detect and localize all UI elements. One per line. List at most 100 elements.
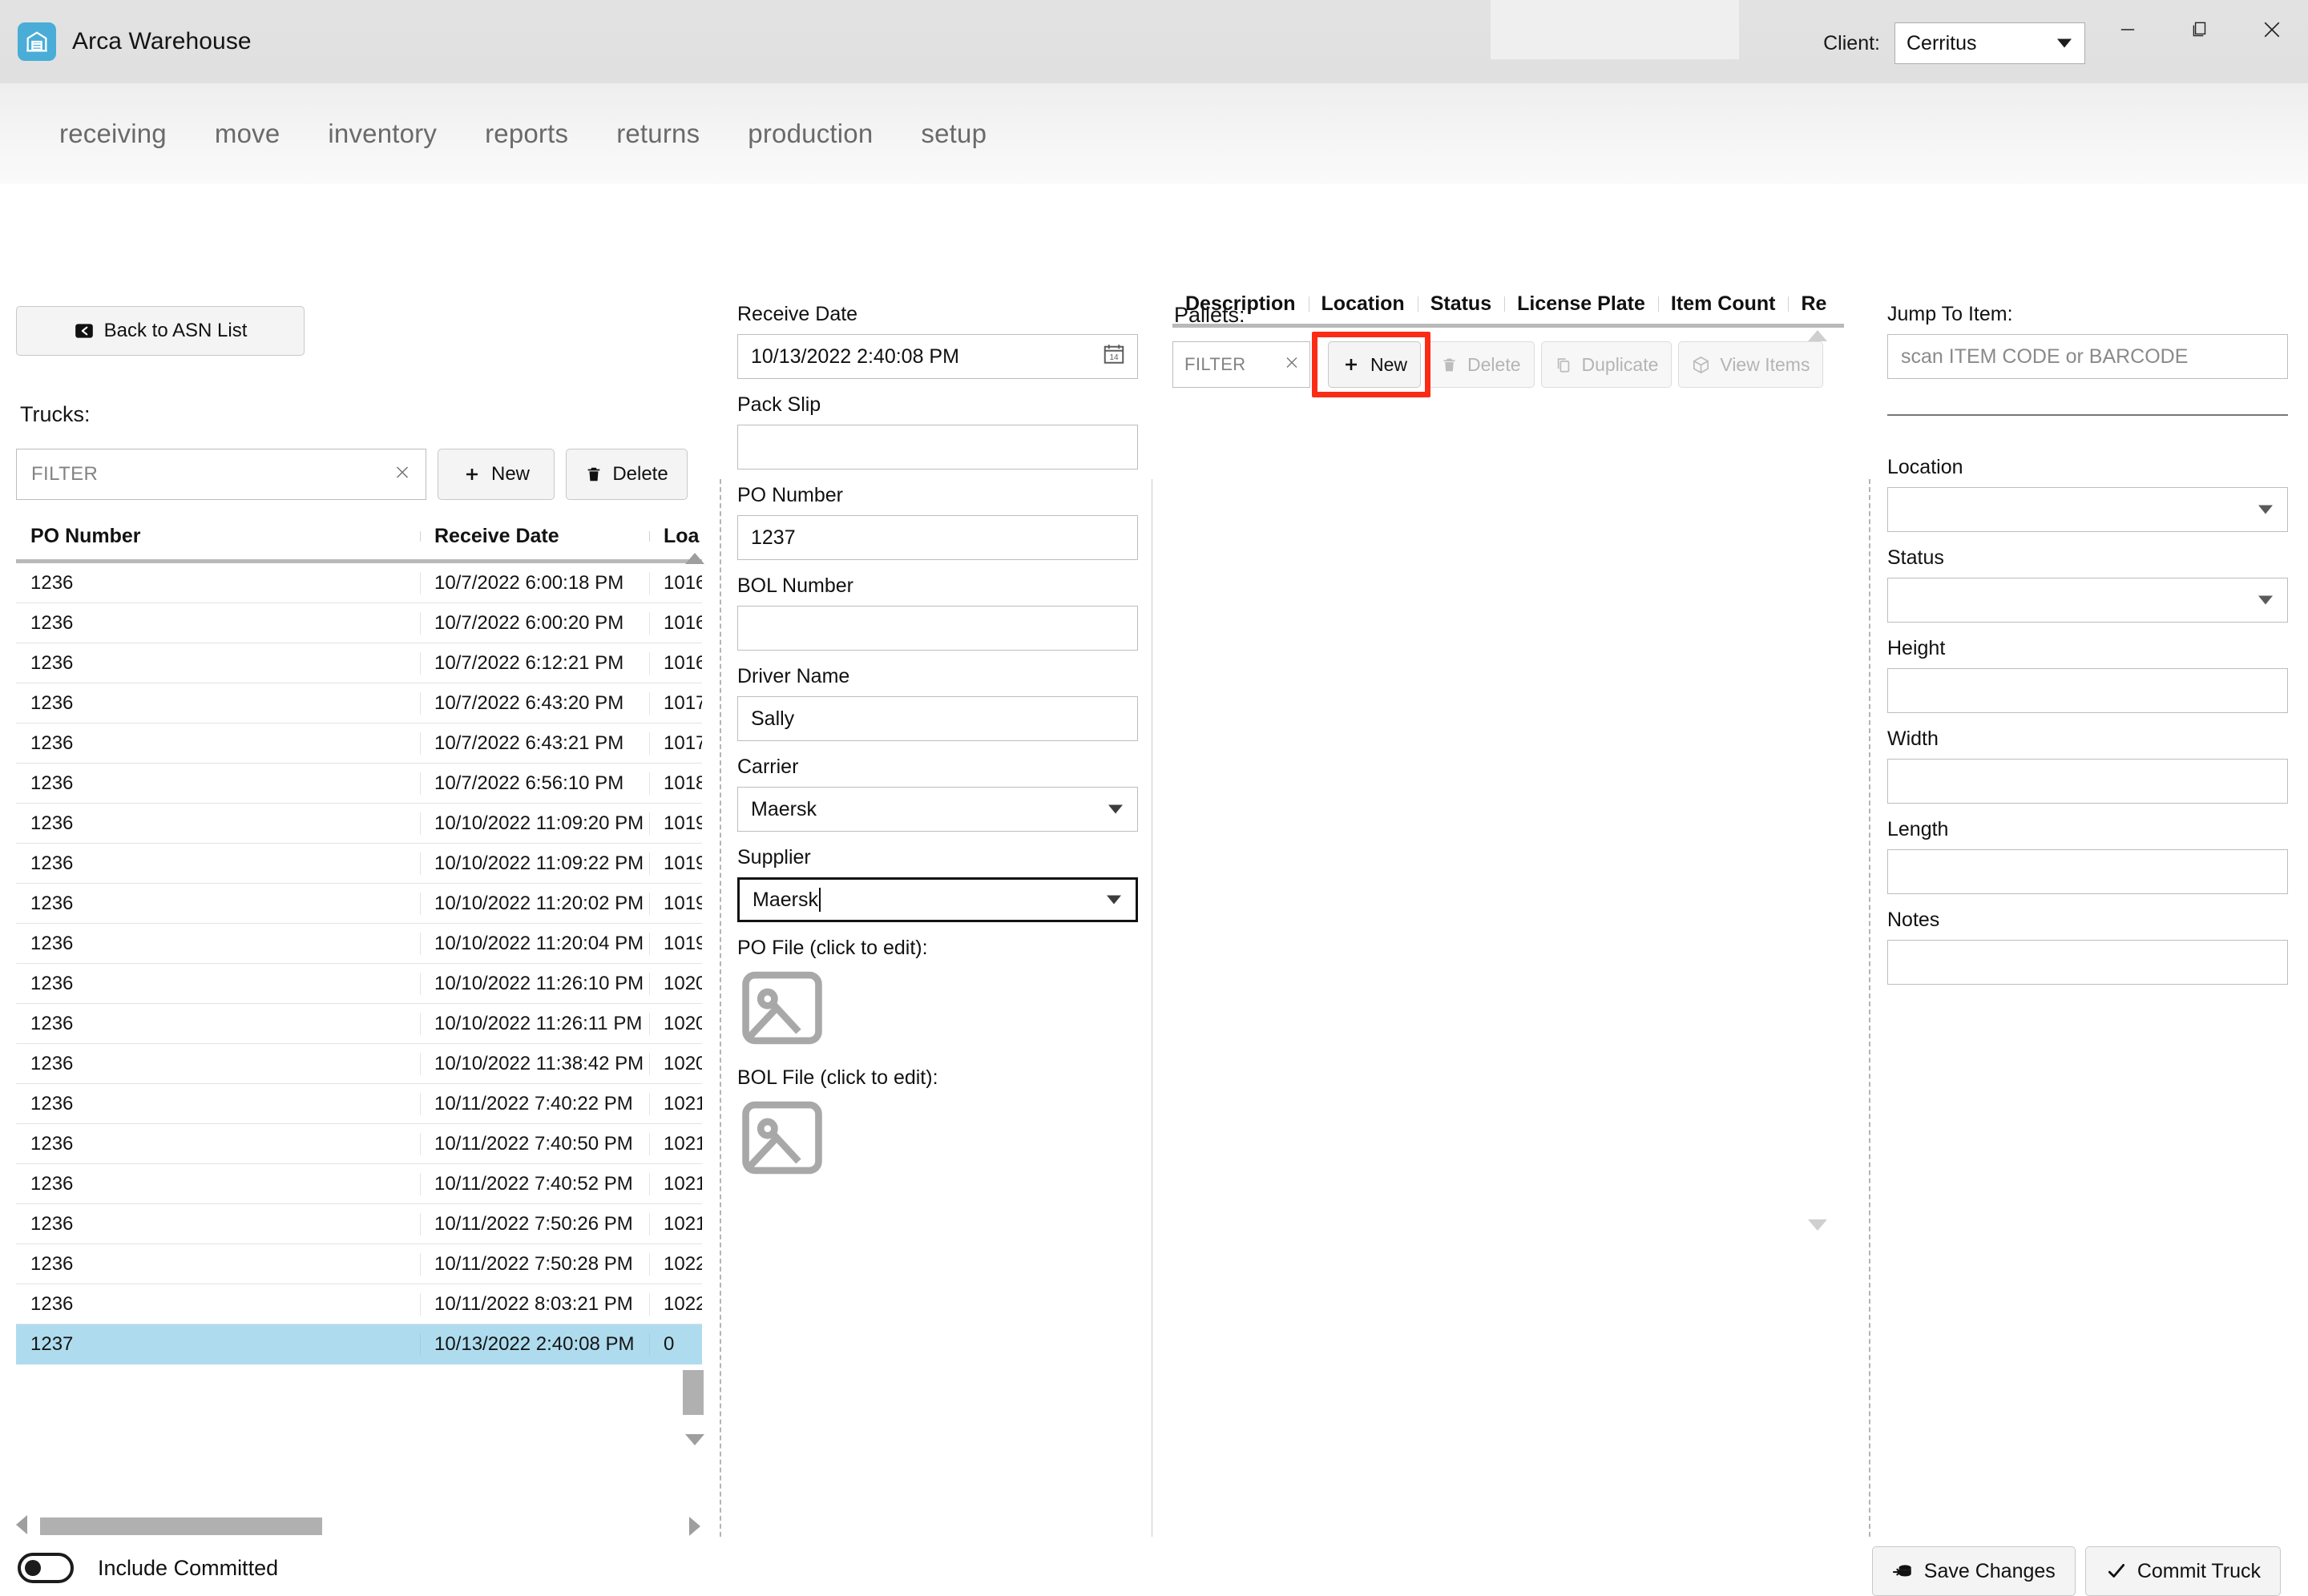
- back-arrow-icon: [75, 324, 93, 338]
- supplier-dropdown[interactable]: Maersk: [737, 877, 1138, 922]
- jump-to-item-input[interactable]: scan ITEM CODE or BARCODE: [1887, 334, 2288, 379]
- bol-file-label: BOL File (click to edit):: [737, 1066, 938, 1089]
- window-controls: [2092, 0, 2308, 59]
- status-dropdown[interactable]: [1887, 578, 2288, 623]
- table-row[interactable]: 1236 10/10/2022 11:20:04 PM 1019: [16, 924, 702, 964]
- column-header-receive-date[interactable]: Receive Date: [420, 525, 649, 548]
- table-row[interactable]: 1236 10/11/2022 7:50:26 PM 1021: [16, 1204, 702, 1244]
- table-row[interactable]: 1236 10/10/2022 11:20:02 PM 1019: [16, 884, 702, 924]
- column-header-item-count[interactable]: Item Count: [1657, 292, 1789, 316]
- scrollbar-thumb[interactable]: [683, 1370, 704, 1415]
- bol-number-input[interactable]: [737, 606, 1138, 651]
- table-row[interactable]: 1236 10/7/2022 6:12:21 PM 1016: [16, 643, 702, 683]
- calendar-icon[interactable]: 14: [1102, 342, 1126, 372]
- close-button[interactable]: [2236, 0, 2308, 59]
- commit-truck-button[interactable]: Commit Truck: [2084, 1546, 2281, 1596]
- clear-filter-icon[interactable]: [1282, 353, 1301, 377]
- scroll-up-arrow-icon[interactable]: [684, 551, 705, 570]
- location-dropdown[interactable]: [1887, 487, 2288, 532]
- pallets-scroll-down-arrow-icon[interactable]: [1807, 1218, 1828, 1236]
- length-input[interactable]: [1887, 849, 2288, 894]
- cell-po-number: 1236: [30, 972, 74, 994]
- chevron-down-icon: [2258, 595, 2273, 605]
- table-row[interactable]: 1237 10/13/2022 2:40:08 PM 0: [16, 1324, 702, 1364]
- po-number-label: PO Number: [737, 484, 843, 506]
- pack-slip-label: Pack Slip: [737, 393, 821, 416]
- receive-date-input[interactable]: 10/13/2022 2:40:08 PM 14: [737, 334, 1138, 379]
- table-row[interactable]: 1236 10/7/2022 6:00:18 PM 1016: [16, 563, 702, 603]
- carrier-dropdown[interactable]: Maersk: [737, 787, 1138, 832]
- receive-date-label: Receive Date: [737, 303, 858, 325]
- jump-to-item-group: Jump To Item: scan ITEM CODE or BARCODE: [1887, 303, 2304, 379]
- column-header-license-plate[interactable]: License Plate: [1504, 292, 1658, 316]
- table-row[interactable]: 1236 10/11/2022 7:40:50 PM 1021: [16, 1124, 702, 1164]
- table-row[interactable]: 1236 10/10/2022 11:09:20 PM 1019: [16, 804, 702, 844]
- h-scrollbar-thumb[interactable]: [40, 1517, 322, 1535]
- table-row[interactable]: 1236 10/11/2022 7:40:22 PM 1021: [16, 1084, 702, 1124]
- trucks-new-button[interactable]: New: [438, 449, 555, 500]
- pack-slip-group: Pack Slip: [737, 393, 1154, 470]
- trucks-delete-button[interactable]: Delete: [566, 449, 688, 500]
- save-changes-label: Save Changes: [1923, 1559, 2056, 1582]
- back-to-asn-list-button[interactable]: Back to ASN List: [16, 306, 305, 356]
- column-header-po-number[interactable]: PO Number: [16, 525, 420, 548]
- nav-item-inventory[interactable]: inventory: [304, 119, 461, 149]
- table-row[interactable]: 1236 10/11/2022 7:50:28 PM 1022: [16, 1244, 702, 1284]
- pallets-scroll-up-arrow-icon[interactable]: [1807, 328, 1828, 347]
- cell-receive-date: 10/10/2022 11:26:10 PM: [420, 972, 649, 995]
- save-changes-button[interactable]: Save Changes: [1871, 1546, 2076, 1596]
- column-header-description[interactable]: Description: [1172, 292, 1309, 316]
- pallets-new-button[interactable]: New: [1328, 341, 1422, 388]
- nav-item-setup[interactable]: setup: [897, 119, 1011, 149]
- table-row[interactable]: 1236 10/10/2022 11:26:11 PM 1020: [16, 1004, 702, 1044]
- nav-item-receiving[interactable]: receiving: [35, 119, 191, 149]
- po-number-input[interactable]: 1237: [737, 515, 1138, 560]
- trucks-filter-input[interactable]: FILTER: [16, 449, 426, 500]
- nav-item-reports[interactable]: reports: [461, 119, 592, 149]
- location-group: Location: [1887, 456, 2304, 532]
- scroll-down-arrow-icon[interactable]: [684, 1433, 705, 1451]
- table-row[interactable]: 1236 10/10/2022 11:09:22 PM 1019: [16, 844, 702, 884]
- table-row[interactable]: 1236 10/7/2022 6:00:20 PM 1016: [16, 603, 702, 643]
- include-committed-toggle[interactable]: [18, 1553, 74, 1583]
- table-row[interactable]: 1236 10/7/2022 6:43:21 PM 1017: [16, 723, 702, 764]
- trucks-vertical-scrollbar[interactable]: [683, 513, 707, 1474]
- height-input[interactable]: [1887, 668, 2288, 713]
- notes-input[interactable]: [1887, 940, 2288, 985]
- nav-item-returns[interactable]: returns: [592, 119, 724, 149]
- column-header-location[interactable]: Location: [1308, 292, 1418, 316]
- table-row[interactable]: 1236 10/11/2022 8:03:21 PM 1022: [16, 1284, 702, 1324]
- plus-icon: [466, 469, 478, 480]
- maximize-button[interactable]: [2164, 0, 2236, 59]
- scroll-left-arrow-icon[interactable]: [14, 1514, 29, 1539]
- column-header-re[interactable]: Re: [1788, 292, 1839, 316]
- main-navigation: receiving move inventory reports returns…: [0, 83, 2308, 184]
- trash-icon: [587, 467, 600, 482]
- table-row[interactable]: 1236 10/10/2022 11:26:10 PM 1020: [16, 964, 702, 1004]
- trucks-horizontal-scrollbar[interactable]: [14, 1513, 702, 1540]
- po-file-thumbnail[interactable]: [737, 971, 827, 1051]
- width-input[interactable]: [1887, 759, 2288, 804]
- cell-receive-date: 10/11/2022 7:40:50 PM: [420, 1132, 649, 1155]
- scroll-right-arrow-icon[interactable]: [688, 1516, 702, 1541]
- clear-filter-icon[interactable]: [392, 462, 413, 487]
- table-row[interactable]: 1236 10/7/2022 6:56:10 PM 1018: [16, 764, 702, 804]
- notes-label: Notes: [1887, 909, 1940, 931]
- client-dropdown[interactable]: Cerritus: [1894, 22, 2085, 64]
- table-row[interactable]: 1236 10/11/2022 7:40:52 PM 1021: [16, 1164, 702, 1204]
- nav-item-move[interactable]: move: [191, 119, 305, 149]
- minimize-button[interactable]: [2092, 0, 2164, 59]
- pallets-filter-input[interactable]: FILTER: [1172, 341, 1310, 388]
- pallets-duplicate-label: Duplicate: [1581, 353, 1659, 375]
- table-row[interactable]: 1236 10/10/2022 11:38:42 PM 1020: [16, 1044, 702, 1084]
- table-row[interactable]: 1236 10/7/2022 6:43:20 PM 1017: [16, 683, 702, 723]
- pack-slip-input[interactable]: [737, 425, 1138, 470]
- driver-name-input[interactable]: Sally: [737, 696, 1138, 741]
- duplicate-icon: [1557, 357, 1569, 373]
- nav-item-production[interactable]: production: [724, 119, 897, 149]
- column-header-status[interactable]: Status: [1417, 292, 1504, 316]
- receive-date-group: Receive Date 10/13/2022 2:40:08 PM 14: [737, 303, 1154, 379]
- cell-po-number: 1236: [30, 1172, 74, 1195]
- cell-receive-date: 10/10/2022 11:20:02 PM: [420, 892, 649, 915]
- bol-file-thumbnail[interactable]: [737, 1101, 827, 1181]
